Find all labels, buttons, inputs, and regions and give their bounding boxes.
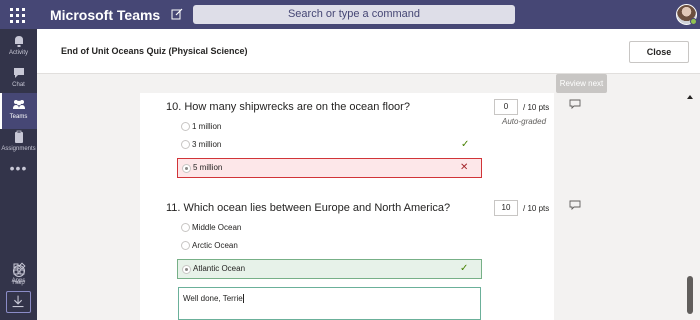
answer-option-selected-correct: Atlantic Ocean ✓ bbox=[177, 259, 482, 279]
option-label: 3 million bbox=[192, 140, 222, 149]
bell-icon bbox=[14, 36, 23, 47]
page-title: End of Unit Oceans Quiz (Physical Scienc… bbox=[61, 46, 248, 56]
scrollbar[interactable] bbox=[684, 93, 696, 320]
check-icon: ✓ bbox=[461, 139, 470, 150]
option-label: Atlantic Ocean bbox=[193, 264, 246, 273]
chat-icon bbox=[13, 68, 24, 78]
rail-label-activity: Activity bbox=[8, 50, 28, 56]
points-label: / 10 pts bbox=[523, 204, 550, 213]
download-icon[interactable] bbox=[6, 291, 31, 313]
answer-option: Arctic Ocean bbox=[178, 236, 481, 256]
rail-item-chat[interactable]: Chat bbox=[0, 61, 37, 97]
radio-button bbox=[181, 223, 190, 232]
close-button[interactable]: Close bbox=[629, 41, 689, 63]
close-icon: ✕ bbox=[460, 162, 469, 173]
assignment-header: End of Unit Oceans Quiz (Physical Scienc… bbox=[37, 29, 700, 74]
rail-label-chat: Chat bbox=[12, 82, 25, 88]
rail-label-help: Help bbox=[12, 280, 25, 286]
option-label: 5 million bbox=[193, 163, 223, 172]
radio-button bbox=[181, 140, 190, 149]
question-title: 11. Which ocean lies between Europe and … bbox=[166, 202, 451, 214]
rail-item-assignments[interactable]: Assignments bbox=[0, 125, 37, 161]
radio-button bbox=[182, 164, 191, 173]
feedback-text: Well done, Terrie bbox=[183, 294, 243, 303]
question-title: 10. How many shipwrecks are on the ocean… bbox=[166, 101, 410, 113]
auto-graded-label: Auto-graded bbox=[502, 117, 547, 126]
points-input[interactable]: 10 bbox=[494, 200, 518, 216]
app-launcher-icon[interactable] bbox=[9, 7, 25, 23]
comment-icon[interactable] bbox=[569, 99, 581, 109]
more-apps-icon[interactable]: ••• bbox=[0, 160, 37, 176]
review-next-button[interactable]: Review next bbox=[556, 74, 607, 93]
radio-button bbox=[182, 265, 191, 274]
option-label: Middle Ocean bbox=[192, 223, 242, 232]
rail-item-teams[interactable]: Teams bbox=[0, 93, 37, 129]
search-input[interactable]: Search or type a command bbox=[193, 5, 515, 24]
points-input[interactable]: 0 bbox=[494, 99, 518, 115]
comment-icon[interactable] bbox=[569, 200, 581, 210]
option-label: 1 million bbox=[192, 122, 222, 131]
assignments-icon bbox=[14, 130, 23, 143]
rail-label-teams: Teams bbox=[9, 114, 28, 120]
rail-label-assignments: Assignments bbox=[1, 146, 36, 152]
rail-item-help[interactable]: ? Help bbox=[0, 262, 37, 292]
title-bar: Microsoft Teams Search or type a command bbox=[0, 0, 700, 29]
compose-icon[interactable] bbox=[171, 8, 183, 20]
points-label: / 10 pts bbox=[523, 103, 550, 112]
help-icon: ? bbox=[12, 265, 25, 277]
presence-status-icon bbox=[690, 18, 697, 25]
rail-item-activity[interactable]: Activity bbox=[0, 29, 37, 65]
answer-option: Middle Ocean bbox=[178, 218, 481, 238]
radio-button bbox=[181, 241, 190, 250]
svg-text:?: ? bbox=[16, 267, 21, 276]
feedback-textarea[interactable]: Well done, Terrie bbox=[178, 287, 481, 320]
answer-option: 1 million bbox=[178, 117, 481, 137]
scroll-up-icon[interactable] bbox=[687, 95, 693, 99]
answer-option-selected-wrong: 5 million ✕ bbox=[177, 158, 482, 178]
radio-button bbox=[181, 122, 190, 131]
app-title: Microsoft Teams bbox=[50, 7, 161, 23]
answer-option-correct: 3 million ✓ bbox=[178, 135, 481, 155]
teams-icon bbox=[12, 100, 25, 109]
text-caret bbox=[242, 294, 244, 304]
check-icon: ✓ bbox=[460, 263, 469, 274]
scrollbar-thumb[interactable] bbox=[687, 276, 693, 314]
option-label: Arctic Ocean bbox=[192, 241, 238, 250]
